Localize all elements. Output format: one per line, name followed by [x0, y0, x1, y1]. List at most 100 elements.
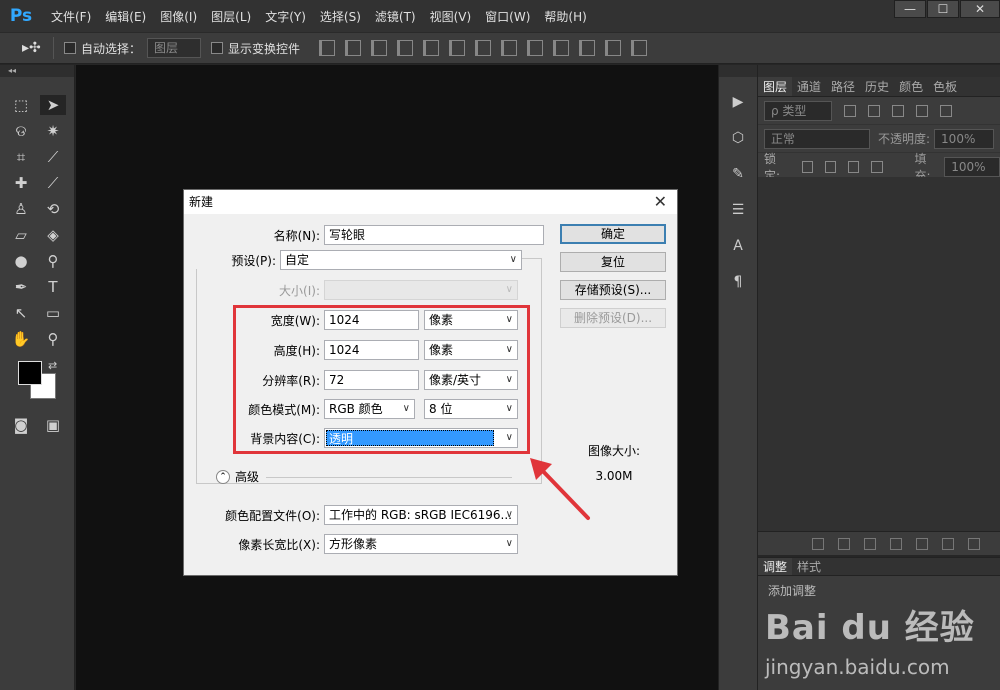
color-mode-dropdown[interactable]: RGB 颜色 ∨	[324, 399, 415, 419]
tab-channels[interactable]: 通道	[792, 77, 826, 96]
reset-button[interactable]: 复位	[560, 252, 666, 272]
height-input[interactable]: 1024	[324, 340, 419, 360]
resolution-unit-dropdown[interactable]: 像素/英寸 ∨	[424, 370, 518, 390]
align-left-icon[interactable]	[397, 40, 414, 56]
eyedropper-tool-icon[interactable]: ⟋	[40, 147, 66, 167]
filter-smart-object-icon[interactable]	[940, 104, 952, 117]
blur-tool-icon[interactable]: ●	[8, 251, 34, 271]
quick-mask-icon[interactable]: ◙	[8, 415, 34, 435]
height-unit-dropdown[interactable]: 像素 ∨	[424, 340, 518, 360]
align-vcenter-icon[interactable]	[345, 40, 362, 56]
tab-history[interactable]: 历史	[860, 77, 894, 96]
distribute-left-icon[interactable]	[553, 40, 570, 56]
lock-transparent-icon[interactable]	[801, 160, 813, 173]
align-right-icon[interactable]	[449, 40, 466, 56]
minimize-button[interactable]: —	[894, 0, 926, 18]
tab-styles[interactable]: 样式	[792, 558, 826, 575]
move-tool-icon[interactable]: ➤	[40, 95, 66, 115]
type-tool-icon[interactable]: T	[40, 277, 66, 297]
menu-image[interactable]: 图像(I)	[153, 8, 204, 25]
paragraph-panel-icon[interactable]: ¶	[726, 271, 750, 293]
filter-adjustment-icon[interactable]	[868, 104, 880, 117]
filter-type-icon[interactable]	[892, 104, 904, 117]
delete-layer-icon[interactable]	[968, 537, 980, 550]
save-preset-button[interactable]: 存储预设(S)...	[560, 280, 666, 300]
swap-colors-icon[interactable]: ⇄	[48, 359, 57, 372]
hand-tool-icon[interactable]: ✋	[8, 329, 34, 349]
distribute-hcenter-icon[interactable]	[579, 40, 596, 56]
add-mask-icon[interactable]	[864, 537, 876, 550]
link-layers-icon[interactable]	[812, 537, 824, 550]
rectangle-tool-icon[interactable]: ▭	[40, 303, 66, 323]
distribute-bottom-icon[interactable]	[527, 40, 544, 56]
magic-wand-tool-icon[interactable]: ✷	[40, 121, 66, 141]
distribute-vcenter-icon[interactable]	[501, 40, 518, 56]
lock-position-icon[interactable]	[848, 160, 860, 173]
menu-type[interactable]: 文字(Y)	[258, 8, 313, 25]
layer-style-icon[interactable]	[838, 537, 850, 550]
3d-panel-icon[interactable]: ⬡	[726, 127, 750, 149]
tab-color[interactable]: 颜色	[894, 77, 928, 96]
menu-filter[interactable]: 滤镜(T)	[368, 8, 423, 25]
crop-tool-icon[interactable]: ⌗	[8, 147, 34, 167]
toolbar-collapse-icon[interactable]: ◂◂	[0, 65, 74, 77]
marquee-tool-icon[interactable]: ⬚	[8, 95, 34, 115]
distribute-top-icon[interactable]	[475, 40, 492, 56]
menu-window[interactable]: 窗口(W)	[478, 8, 537, 25]
name-input[interactable]: 写轮眼	[324, 225, 544, 245]
filter-pixel-icon[interactable]	[844, 104, 856, 117]
zoom-tool-icon[interactable]: ⚲	[40, 329, 66, 349]
distribute-right-icon[interactable]	[605, 40, 622, 56]
brush-tool-icon[interactable]: ⟋	[40, 173, 66, 193]
pixel-aspect-dropdown[interactable]: 方形像素 ∨	[324, 534, 518, 554]
advanced-toggle[interactable]: ⌃ 高级	[216, 468, 259, 485]
properties-panel-icon[interactable]: ☰	[726, 199, 750, 221]
close-window-button[interactable]: ✕	[960, 0, 1000, 18]
bit-depth-dropdown[interactable]: 8 位 ∨	[424, 399, 518, 419]
lasso-tool-icon[interactable]: ଡ	[8, 121, 34, 141]
paint-bucket-tool-icon[interactable]: ◈	[40, 225, 66, 245]
background-dropdown[interactable]: 透明 ∨	[324, 428, 518, 448]
menu-edit[interactable]: 编辑(E)	[98, 8, 153, 25]
clone-stamp-tool-icon[interactable]: ♙	[8, 199, 34, 219]
character-panel-icon[interactable]: A	[726, 235, 750, 257]
blend-mode-dropdown[interactable]: 正常	[764, 128, 870, 149]
move-tool-preset[interactable]: ▸✣	[10, 37, 54, 59]
width-unit-dropdown[interactable]: 像素 ∨	[424, 310, 518, 330]
auto-select-dropdown[interactable]: 图层	[147, 38, 202, 58]
transform-controls-checkbox[interactable]	[211, 42, 224, 54]
foreground-color-swatch[interactable]	[18, 361, 42, 385]
dodge-tool-icon[interactable]: ⚲	[40, 251, 66, 271]
opacity-input[interactable]: 100%	[934, 128, 995, 149]
maximize-button[interactable]: ☐	[927, 0, 959, 18]
fill-input[interactable]: 100%	[944, 156, 1000, 177]
menu-view[interactable]: 视图(V)	[423, 8, 479, 25]
resolution-input[interactable]: 72	[324, 370, 419, 390]
actions-panel-icon[interactable]: ▶	[726, 91, 750, 113]
auto-align-icon[interactable]	[631, 40, 648, 56]
layers-list[interactable]	[758, 177, 1000, 531]
layer-kind-filter[interactable]: ρ 类型	[764, 100, 832, 121]
brush-presets-icon[interactable]: ✎	[726, 163, 750, 185]
lock-all-icon[interactable]	[871, 160, 883, 173]
tab-adjustments[interactable]: 调整	[758, 558, 793, 575]
color-profile-dropdown[interactable]: 工作中的 RGB: sRGB IEC6196... ∨	[324, 505, 518, 525]
path-selection-tool-icon[interactable]: ↖	[8, 303, 34, 323]
healing-brush-tool-icon[interactable]: ✚	[8, 173, 34, 193]
new-layer-icon[interactable]	[942, 537, 954, 550]
new-adjustment-icon[interactable]	[890, 537, 902, 550]
width-input[interactable]: 1024	[324, 310, 419, 330]
history-brush-tool-icon[interactable]: ⟲	[40, 199, 66, 219]
menu-file[interactable]: 文件(F)	[44, 8, 98, 25]
pen-tool-icon[interactable]: ✒	[8, 277, 34, 297]
align-bottom-icon[interactable]	[371, 40, 388, 56]
tab-layers[interactable]: 图层	[758, 77, 793, 96]
tab-swatches[interactable]: 色板	[928, 77, 962, 96]
auto-select-checkbox[interactable]	[64, 42, 76, 54]
menu-help[interactable]: 帮助(H)	[537, 8, 593, 25]
filter-shape-icon[interactable]	[916, 104, 928, 117]
eraser-tool-icon[interactable]: ▱	[8, 225, 34, 245]
ok-button[interactable]: 确定	[560, 224, 666, 244]
lock-image-icon[interactable]	[824, 160, 837, 173]
dialog-close-icon[interactable]: ✕	[654, 190, 667, 214]
